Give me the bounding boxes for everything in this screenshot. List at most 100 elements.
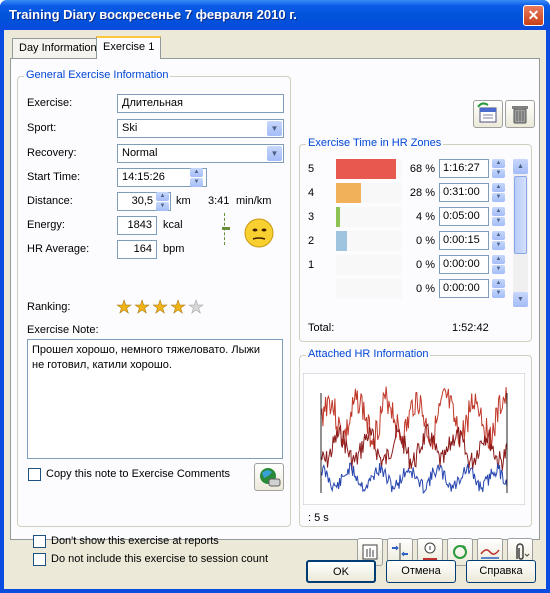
energy-label: Energy: (27, 219, 65, 231)
help-button[interactable]: Справка (466, 560, 536, 583)
zone-time-spinner[interactable]: ▲ ▼ (492, 183, 505, 202)
zone-bar-track (336, 255, 402, 275)
zone-time-field[interactable]: 0:05:00 (439, 207, 489, 226)
star-filled-icon[interactable]: ★ (170, 298, 187, 317)
ranking-stars[interactable]: ★ ★ ★ ★ ★ (116, 298, 216, 317)
scroll-up-icon[interactable]: ▲ (513, 159, 528, 174)
zones-scrollbar[interactable]: ▲ ▼ (513, 159, 528, 307)
zone-time-field[interactable]: 0:00:00 (439, 279, 489, 298)
ok-button[interactable]: OK (306, 560, 376, 583)
star-filled-icon[interactable]: ★ (152, 298, 169, 317)
hr-zones-legend: Exercise Time in HR Zones (306, 137, 444, 149)
dont-show-label: Don't show this exercise at reports (51, 535, 219, 547)
zone-time-spinner[interactable]: ▲ ▼ (492, 207, 505, 226)
zone-row: 2 0 % 0:00:15 ▲ ▼ (300, 231, 510, 251)
dialog-client: Day Information Exercise 1 General Exerc… (4, 30, 546, 589)
calendar-button[interactable] (473, 100, 503, 128)
zone-time-field[interactable]: 0:00:15 (439, 231, 489, 250)
general-info-group: General Exercise Information Exercise: Д… (17, 69, 291, 527)
zone-percent: 0 % (416, 259, 435, 271)
general-info-legend: General Exercise Information (24, 69, 171, 81)
exercise-tab-panel: General Exercise Information Exercise: Д… (10, 58, 540, 566)
sport-value: Ski (122, 122, 138, 134)
feeling-slider-thumb[interactable] (222, 227, 230, 230)
hr-zones-list: 5 68 % 1:16:27 ▲ ▼ 4 28 % 0:31:00 ▲ ▼ 3 4 % 0:05:00 ▲… (300, 159, 520, 307)
delete-button[interactable] (505, 100, 535, 128)
distance-spinner[interactable]: ▲ ▼ (156, 192, 169, 211)
zone-bar (336, 159, 396, 179)
distance-label: Distance: (27, 195, 73, 207)
web-link-button[interactable] (254, 463, 284, 491)
dont-count-label: Do not include this exercise to session … (51, 553, 269, 565)
zone-number: 4 (308, 187, 315, 199)
window-title: Training Diary воскресенье 7 февраля 201… (9, 7, 297, 22)
tab-exercise-1[interactable]: Exercise 1 (96, 36, 162, 59)
exercise-field[interactable]: Длительная (117, 94, 284, 113)
scroll-thumb[interactable] (514, 176, 527, 254)
copy-note-label: Copy this note to Exercise Comments (46, 468, 231, 480)
zone-number: 2 (308, 235, 315, 247)
zone-bar-track (336, 183, 402, 203)
title-bar[interactable]: Training Diary воскресенье 7 февраля 201… (0, 0, 550, 30)
zone-row: 0 % 0:00:00 ▲ ▼ (300, 279, 510, 299)
copy-note-checkbox[interactable] (28, 468, 41, 481)
sport-select[interactable]: Ski ▼ (117, 119, 284, 138)
zone-bar-track (336, 207, 402, 227)
exercise-note-textarea[interactable]: Прошел хорошо, немного тяжеловато. Лыжи … (27, 339, 283, 459)
zone-number: 3 (308, 211, 315, 223)
globe-icon (260, 468, 281, 487)
sample-interval: : 5 s (308, 512, 329, 524)
hr-zones-group: Exercise Time in HR Zones 5 68 % 1:16:27 ▲ ▼… (299, 137, 532, 342)
exercise-label: Exercise: (27, 97, 73, 109)
zone-row: 5 68 % 1:16:27 ▲ ▼ (300, 159, 510, 179)
calendar-icon (477, 102, 497, 123)
hr-average-field[interactable]: 164 (117, 240, 157, 259)
distance-unit: km (176, 195, 191, 207)
exercise-note-label: Exercise Note: (27, 324, 99, 336)
zone-row: 1 0 % 0:00:00 ▲ ▼ (300, 255, 510, 275)
star-filled-icon[interactable]: ★ (134, 298, 151, 317)
zone-time-spinner[interactable]: ▲ ▼ (492, 255, 505, 274)
energy-field[interactable]: 1843 (117, 216, 157, 235)
total-value: 1:52:42 (452, 322, 489, 334)
smiley-face-icon (244, 218, 274, 248)
zone-bar-track (336, 159, 402, 179)
recovery-value: Normal (122, 147, 158, 159)
pace-value: 3:41 (208, 195, 230, 207)
sport-label: Sport: (27, 122, 57, 134)
hr-average-label: HR Average: (27, 243, 90, 255)
total-label: Total: (308, 322, 335, 334)
zone-time-field[interactable]: 0:31:00 (439, 183, 489, 202)
recovery-select[interactable]: Normal ▼ (117, 144, 284, 163)
dont-show-checkbox[interactable] (33, 535, 46, 548)
zone-number: 5 (308, 163, 315, 175)
trash-icon (512, 106, 528, 124)
zone-time-spinner[interactable]: ▲ ▼ (492, 159, 505, 178)
zone-time-field[interactable]: 0:00:00 (439, 255, 489, 274)
zone-bar (336, 183, 361, 203)
zone-percent: 0 % (416, 235, 435, 247)
zone-time-spinner[interactable]: ▲ ▼ (492, 279, 505, 298)
chevron-down-icon[interactable]: ▼ (267, 121, 282, 136)
star-empty-icon[interactable]: ★ (188, 298, 205, 317)
hr-info-legend: Attached HR Information (306, 348, 431, 360)
hr-curve-chart[interactable] (303, 373, 525, 505)
zone-row: 4 28 % 0:31:00 ▲ ▼ (300, 183, 510, 203)
chevron-down-icon[interactable]: ▼ (267, 146, 282, 161)
zone-bar (336, 207, 340, 227)
dialog-window: Training Diary воскресенье 7 февраля 201… (0, 0, 550, 593)
zone-percent: 28 % (409, 187, 435, 199)
zone-time-spinner[interactable]: ▲ ▼ (492, 231, 505, 250)
zone-time-field[interactable]: 1:16:27 (439, 159, 489, 178)
close-button[interactable]: ✕ (523, 5, 544, 26)
tab-day-information[interactable]: Day Information (12, 38, 104, 58)
start-time-spinner[interactable]: ▲ ▼ (190, 168, 203, 187)
zone-bar (336, 231, 347, 251)
cancel-button[interactable]: Отмена (386, 560, 456, 583)
zone-percent: 68 % (409, 163, 435, 175)
hr-average-unit: bpm (163, 243, 185, 255)
star-filled-icon[interactable]: ★ (116, 298, 133, 317)
recovery-label: Recovery: (27, 147, 77, 159)
scroll-down-icon[interactable]: ▼ (513, 292, 528, 307)
dont-count-checkbox[interactable] (33, 553, 46, 566)
